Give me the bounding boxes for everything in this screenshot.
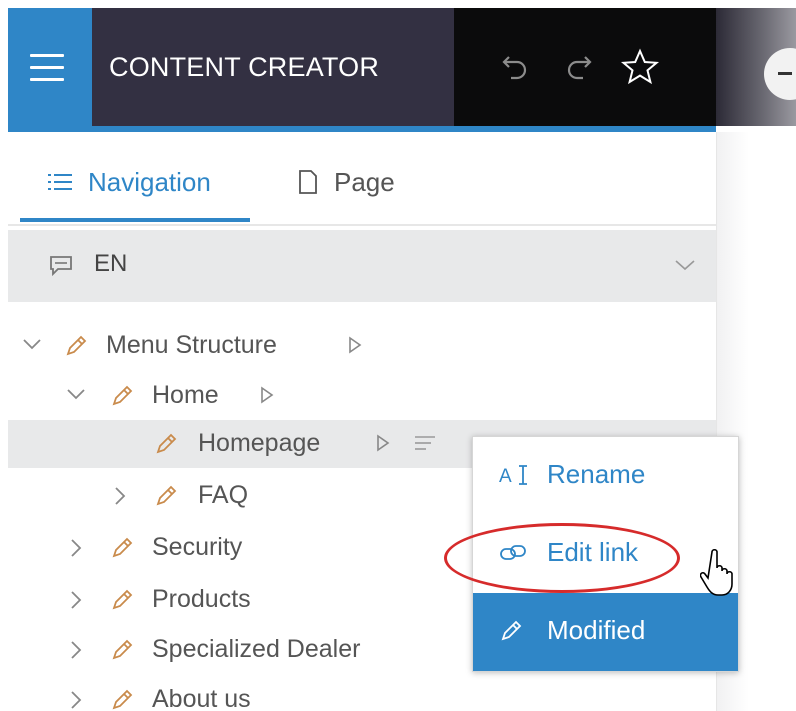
app-title: CONTENT CREATOR [109,51,380,82]
tree-item-about-us[interactable]: About us [8,676,716,711]
tab-page-label: Page [334,166,395,197]
redo-icon[interactable] [560,47,600,87]
top-header: CONTENT CREATOR [8,8,796,126]
panel-tabs: Navigation Page [8,132,716,226]
pencil-icon[interactable] [110,638,134,662]
active-tab-indicator [20,218,250,222]
pencil-icon[interactable] [64,334,88,358]
chevron-right-icon[interactable] [68,690,84,710]
language-code: EN [94,250,128,277]
chevron-right-icon[interactable] [68,640,84,660]
pencil-icon[interactable] [110,384,134,408]
play-icon[interactable] [260,386,274,404]
tree-item-label: Specialized Dealer [152,635,361,663]
tree-item-home[interactable]: Home [8,372,716,420]
undo-icon[interactable] [494,47,534,87]
chevron-right-icon[interactable] [112,486,128,506]
tree-item-label: Products [152,585,251,613]
chevron-down-icon[interactable] [22,336,42,352]
tree-item-label: About us [152,685,251,711]
star-icon[interactable] [620,47,660,87]
context-menu-modified-label: Modified [547,615,646,645]
hand-cursor-icon [700,548,733,596]
tree-item-label: FAQ [198,481,249,509]
chevron-down-icon[interactable] [66,386,86,402]
list-icon [48,174,72,190]
chevron-down-icon[interactable] [674,258,696,272]
pencil-icon [501,620,522,641]
zoom-out-button[interactable] [764,48,796,100]
pencil-icon[interactable] [154,432,178,456]
page-icon [299,170,317,194]
hamburger-menu-button[interactable] [8,8,92,126]
play-icon[interactable] [348,336,362,354]
context-menu-rename[interactable]: A Rename [473,437,738,513]
context-menu-modified[interactable]: Modified [473,593,738,671]
header-toolbar [454,8,716,126]
pencil-icon[interactable] [110,688,134,711]
tree-item-label: Home [152,381,219,409]
rename-icon: A [499,465,527,487]
header-overflow-area [716,8,796,126]
tree-item-menu-structure[interactable]: Menu Structure [8,322,716,370]
pencil-icon[interactable] [110,536,134,560]
comment-icon [50,256,72,277]
pencil-icon[interactable] [154,484,178,508]
tree-item-label: Security [152,533,243,561]
chevron-right-icon[interactable] [68,538,84,558]
svg-text:A: A [499,466,512,487]
app-title-area: CONTENT CREATOR [92,8,454,126]
play-icon[interactable] [376,434,390,452]
chevron-right-icon[interactable] [68,590,84,610]
tab-navigation[interactable]: Navigation [48,162,211,202]
language-selector[interactable]: EN [8,230,716,302]
highlight-oval [444,523,680,593]
tab-navigation-label: Navigation [88,166,211,197]
hamburger-icon [30,54,70,84]
pencil-icon[interactable] [110,588,134,612]
screenshot-root: CONTENT CREATOR Navigation Page EN Menu … [8,8,796,711]
tab-page[interactable]: Page [298,162,395,202]
tree-item-label: Homepage [198,429,321,457]
context-menu-rename-label: Rename [547,459,646,489]
menu-lines-icon[interactable] [414,434,436,452]
tree-item-label: Menu Structure [106,331,277,359]
